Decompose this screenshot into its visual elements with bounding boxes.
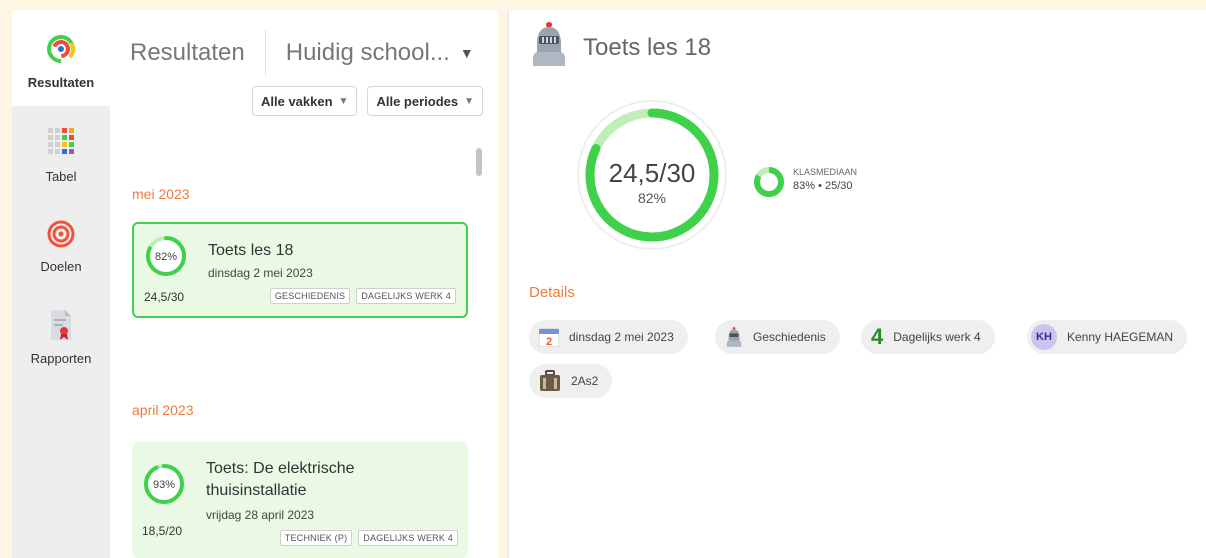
details-heading: Details bbox=[529, 284, 575, 301]
result-card[interactable]: 93% Toets: De elektrische thuisinstallat… bbox=[132, 442, 468, 558]
detail-percent: 82% bbox=[637, 190, 667, 206]
knight-helmet-icon bbox=[529, 22, 569, 73]
tag-period: DAGELIJKS WERK 4 bbox=[358, 530, 458, 546]
tag-subject: GESCHIEDENIS bbox=[269, 288, 351, 304]
chip-label: Geschiedenis bbox=[753, 330, 826, 344]
subject-chip: Geschiedenis bbox=[715, 320, 840, 354]
card-score: 18,5/20 bbox=[142, 524, 183, 538]
briefcase-icon bbox=[539, 370, 561, 392]
period-chip: 4 Dagelijks werk 4 bbox=[861, 320, 995, 354]
page-title: Resultaten bbox=[130, 39, 245, 66]
calendar-icon: 2 bbox=[539, 327, 559, 347]
chevron-down-icon: ▼ bbox=[464, 95, 474, 107]
report-icon bbox=[49, 310, 73, 343]
nav-label: Rapporten bbox=[30, 351, 92, 366]
period-number: 4 bbox=[871, 324, 884, 349]
teacher-chip: KH Kenny HAEGEMAN bbox=[1027, 320, 1188, 354]
score-ring: 93% bbox=[142, 462, 186, 511]
scrollbar[interactable] bbox=[476, 148, 482, 176]
nav-item-tabel[interactable]: Tabel bbox=[12, 128, 110, 184]
chip-label: 2As2 bbox=[571, 374, 599, 388]
list-header: Resultaten Huidig school... ▼ bbox=[130, 30, 474, 76]
card-date: dinsdag 2 mei 2023 bbox=[208, 266, 313, 280]
nav-item-resultaten[interactable]: Resultaten bbox=[12, 10, 110, 106]
teacher-initials: KH bbox=[1031, 324, 1057, 350]
card-score: 24,5/30 bbox=[144, 290, 185, 304]
nav-item-rapporten[interactable]: Rapporten bbox=[12, 310, 110, 366]
target-icon bbox=[47, 220, 75, 251]
detail-header: Toets les 18 bbox=[529, 22, 711, 73]
date-chip: 2 dinsdag 2 mei 2023 bbox=[529, 320, 688, 354]
school-selector-label: Huidig school... bbox=[285, 39, 450, 66]
tag-subject: TECHNIEK (P) bbox=[279, 530, 353, 546]
tag-period: DAGELIJKS WERK 4 bbox=[356, 288, 456, 304]
filter-bar: Alle vakken ▼ Alle periodes ▼ bbox=[252, 86, 483, 116]
card-title: Toets: De elektrische thuisinstallatie bbox=[206, 460, 355, 499]
nav-label: Resultaten bbox=[27, 75, 95, 90]
score-ring-percent: 93% bbox=[153, 479, 175, 491]
nav-label: Doelen bbox=[40, 259, 82, 274]
card-title: Toets les 18 bbox=[208, 242, 294, 259]
results-icon bbox=[46, 34, 76, 67]
month-heading: mei 2023 bbox=[132, 186, 190, 202]
median-value: 83% • 25/30 bbox=[793, 180, 853, 192]
card-tags: GESCHIEDENIS DAGELIJKS WERK 4 bbox=[269, 288, 456, 304]
nav-item-doelen[interactable]: Doelen bbox=[12, 220, 110, 274]
filter-label: Alle periodes bbox=[376, 93, 459, 109]
subject-filter[interactable]: Alle vakken ▼ bbox=[252, 86, 358, 116]
header-divider bbox=[264, 30, 266, 76]
knight-helmet-icon bbox=[725, 326, 743, 348]
chip-label: Dagelijks werk 4 bbox=[893, 330, 981, 344]
median-label: KLASMEDIAAN bbox=[793, 167, 858, 177]
score-ring-percent: 82% bbox=[155, 251, 177, 263]
table-icon bbox=[48, 128, 74, 161]
result-card[interactable]: 82% Toets les 18 dinsdag 2 mei 2023 24,5… bbox=[132, 222, 468, 318]
filter-label: Alle vakken bbox=[261, 93, 333, 109]
chip-label: dinsdag 2 mei 2023 bbox=[569, 330, 674, 344]
detail-title: Toets les 18 bbox=[583, 33, 712, 61]
calendar-day: 2 bbox=[546, 336, 552, 347]
chip-label: Kenny HAEGEMAN bbox=[1067, 330, 1174, 344]
avatar: KH bbox=[1031, 324, 1057, 350]
nav-label: Tabel bbox=[45, 169, 77, 184]
card-date: vrijdag 28 april 2023 bbox=[206, 508, 315, 522]
result-detail-panel: Toets les 18 24,5/30 82% KLASMEDIAAN 83%… bbox=[508, 10, 1206, 558]
month-heading: april 2023 bbox=[132, 402, 194, 418]
sidebar: Resultaten Tabel Doelen Rapporten bbox=[12, 10, 110, 558]
median-ring bbox=[753, 166, 785, 203]
score-ring: 82% bbox=[144, 234, 188, 283]
period-filter[interactable]: Alle periodes ▼ bbox=[367, 86, 483, 116]
chevron-down-icon: ▼ bbox=[338, 95, 349, 107]
school-selector[interactable]: Huidig school... ▼ bbox=[286, 39, 474, 67]
chevron-down-icon: ▼ bbox=[459, 45, 474, 61]
card-tags: TECHNIEK (P) DAGELIJKS WERK 4 bbox=[279, 530, 458, 546]
detail-score: 24,5/30 bbox=[608, 158, 696, 188]
results-list-panel: Resultaten Huidig school... ▼ Alle vakke… bbox=[110, 10, 498, 558]
class-chip: 2As2 bbox=[529, 364, 613, 398]
